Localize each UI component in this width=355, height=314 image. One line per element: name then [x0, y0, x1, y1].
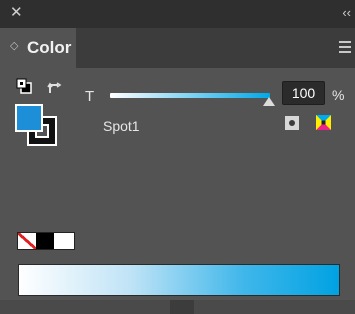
swatch-name: Spot1: [103, 118, 140, 134]
collapse-panel-icon[interactable]: ‹‹: [342, 5, 351, 21]
panel-titlebar: ✕ ‹‹: [0, 0, 355, 28]
spot-color-icon: [285, 116, 299, 130]
color-panel: ✕ ‹‹ ◇ Color T % Spot1: [0, 0, 355, 314]
tab-color[interactable]: ◇ Color: [0, 28, 76, 68]
default-fill-stroke-icon[interactable]: [16, 78, 32, 94]
tint-label: T: [85, 88, 95, 105]
resize-handle[interactable]: [170, 300, 194, 314]
tab-label: Color: [27, 38, 72, 57]
none-black-white-swatches: [17, 232, 75, 250]
process-color-icon: [316, 115, 331, 130]
tint-percent-label: %: [332, 87, 345, 103]
tab-bar: ◇ Color: [0, 28, 355, 68]
swap-fill-stroke-icon[interactable]: [47, 81, 63, 95]
fill-stroke-selector: [15, 104, 61, 146]
panel-menu-icon[interactable]: [339, 41, 351, 56]
tint-slider[interactable]: [110, 93, 270, 98]
close-icon[interactable]: ✕: [10, 4, 23, 22]
tab-expand-icon[interactable]: ◇: [10, 39, 18, 52]
none-swatch[interactable]: [18, 233, 36, 249]
tint-slider-handle[interactable]: [263, 97, 275, 106]
white-swatch[interactable]: [54, 233, 74, 249]
tint-input[interactable]: [282, 81, 325, 105]
fill-swatch[interactable]: [15, 104, 43, 132]
black-swatch[interactable]: [36, 233, 54, 249]
color-ramp[interactable]: [18, 264, 340, 296]
